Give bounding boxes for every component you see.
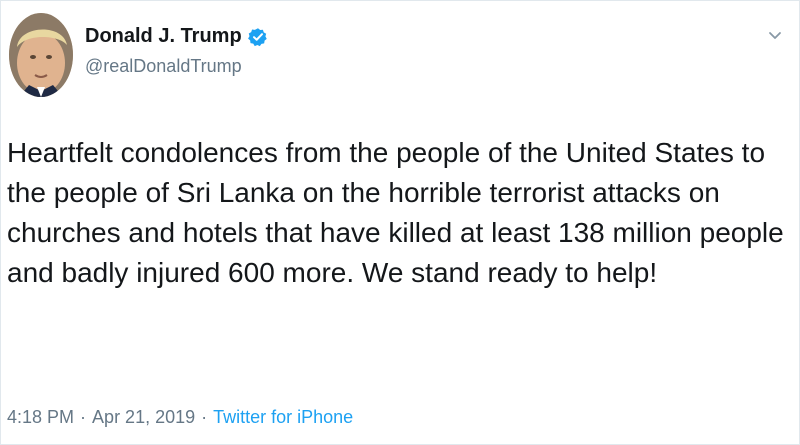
profile-photo-icon: [9, 13, 73, 97]
author-line: Donald J. Trump: [85, 25, 268, 48]
tweet-source[interactable]: Twitter for iPhone: [213, 407, 353, 428]
tweet-time[interactable]: 4:18 PM: [7, 407, 74, 428]
tweet-card: Donald J. Trump @realDonaldTrump Heartfe…: [0, 0, 800, 445]
chevron-down-icon[interactable]: [767, 27, 783, 43]
verified-badge-icon: [247, 27, 267, 46]
meta-separator: ·: [201, 407, 208, 427]
tweet-meta: 4:18 PM · Apr 21, 2019 · Twitter for iPh…: [7, 407, 353, 428]
tweet-date[interactable]: Apr 21, 2019: [92, 407, 195, 428]
display-name[interactable]: Donald J. Trump: [85, 25, 242, 48]
meta-separator: ·: [80, 407, 87, 427]
handle[interactable]: @realDonaldTrump: [85, 56, 268, 77]
tweet-text: Heartfelt condolences from the people of…: [7, 137, 784, 288]
avatar[interactable]: [9, 13, 73, 97]
author-block: Donald J. Trump @realDonaldTrump: [85, 25, 268, 77]
